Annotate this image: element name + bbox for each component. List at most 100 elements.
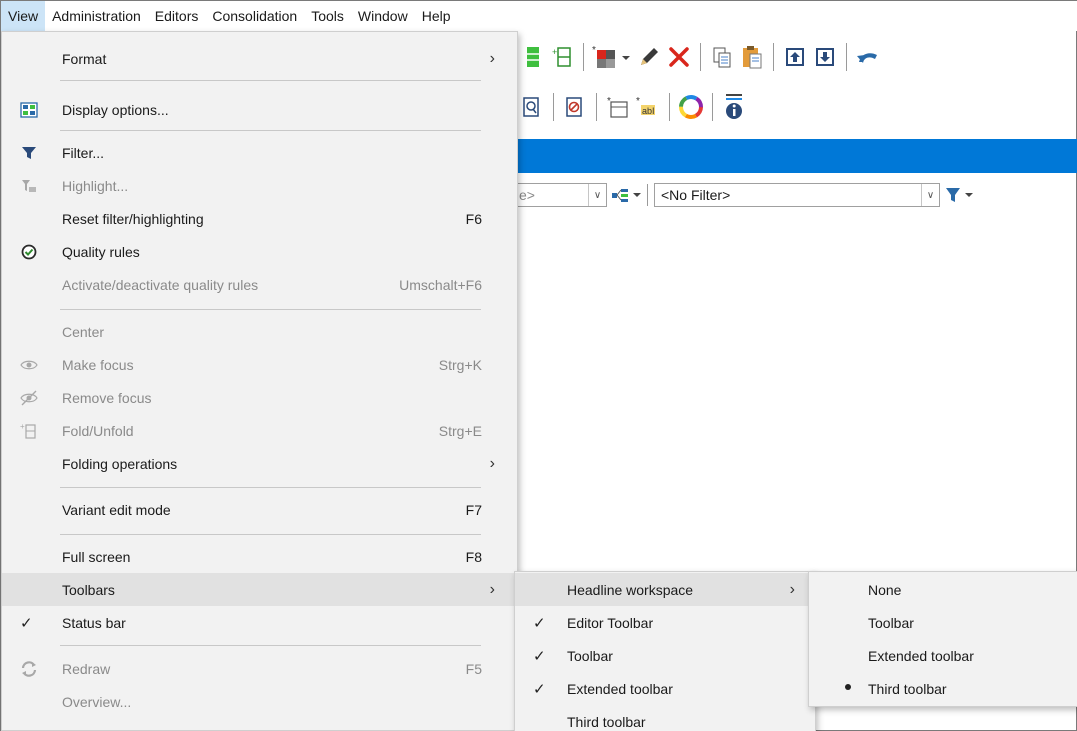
menu-item-label: Format xyxy=(62,50,107,67)
radio-item-third-toolbar[interactable]: Third toolbar xyxy=(809,672,1077,705)
copy-icon[interactable] xyxy=(707,42,737,72)
insert-row-icon[interactable]: + xyxy=(547,42,577,72)
main-toolbar: + * xyxy=(517,37,883,77)
menu-item-label: Fold/Unfold xyxy=(62,422,134,439)
eye-icon xyxy=(20,356,38,374)
menu-item-display-options[interactable]: Display options... xyxy=(2,93,517,126)
menu-item-label: Toolbar xyxy=(567,647,613,664)
menu-separator xyxy=(60,130,481,131)
menu-item-shortcut: F5 xyxy=(465,660,482,677)
menu-item-label: Extended toolbar xyxy=(567,680,673,697)
menu-tools[interactable]: Tools xyxy=(304,1,351,31)
submenu-item-toolbar[interactable]: ✓ Toolbar xyxy=(515,639,815,672)
menu-item-full-screen[interactable]: Full screen F8 xyxy=(2,540,517,573)
menu-item-status-bar[interactable]: ✓ Status bar xyxy=(2,606,517,639)
menu-separator xyxy=(60,534,481,535)
color-wheel-icon[interactable] xyxy=(676,92,706,122)
move-up-icon[interactable] xyxy=(780,42,810,72)
svg-text:*: * xyxy=(636,96,640,107)
filter-combo[interactable]: <No Filter> ∨ xyxy=(654,183,940,207)
tree-green-icon[interactable] xyxy=(517,42,547,72)
view-combo-value: e> xyxy=(519,187,535,203)
menu-item-label: Toolbars xyxy=(62,581,115,598)
menu-item-label: Editor Toolbar xyxy=(567,614,654,631)
toolbar-separator xyxy=(583,43,584,71)
menu-item-filter[interactable]: Filter... xyxy=(2,136,517,169)
menu-item-label: Toolbar xyxy=(868,614,914,631)
menu-item-label: Overview... xyxy=(62,693,132,710)
delete-icon[interactable] xyxy=(664,42,694,72)
new-table-icon[interactable]: * xyxy=(603,92,633,122)
fold-icon: + xyxy=(20,422,38,440)
new-element-dropdown-icon[interactable]: * xyxy=(590,42,634,72)
toolbar-separator xyxy=(700,43,701,71)
menu-item-quality-rules[interactable]: Quality rules xyxy=(2,235,517,268)
svg-text:+: + xyxy=(20,422,25,431)
submenu-item-headline-workspace[interactable]: Headline workspace › xyxy=(515,573,815,606)
hierarchy-dropdown-icon[interactable] xyxy=(607,180,647,210)
menu-view[interactable]: View xyxy=(1,1,46,31)
menu-item-redraw: Redraw F5 xyxy=(2,652,517,685)
forbidden-icon[interactable] xyxy=(560,92,590,122)
menu-bar: View Administration Editors Consolidatio… xyxy=(1,1,1077,31)
menu-item-label: Make focus xyxy=(62,356,134,373)
menu-item-center: Center xyxy=(2,315,517,348)
menu-item-label: Filter... xyxy=(62,144,105,161)
headline-workspace-submenu: None Toolbar Extended toolbar Third tool… xyxy=(808,571,1077,707)
menu-item-label: Variant edit mode xyxy=(62,501,171,518)
menu-item-label: Status bar xyxy=(62,614,126,631)
menu-item-label: Third toolbar xyxy=(567,713,646,730)
menu-item-label: Folding operations xyxy=(62,455,178,472)
checkmark-icon: ✓ xyxy=(533,680,546,698)
menu-window[interactable]: Window xyxy=(351,1,415,31)
menu-item-shortcut: F8 xyxy=(465,548,482,565)
menu-item-toolbars[interactable]: Toolbars › xyxy=(2,573,517,606)
menu-item-label: Activate/deactivate quality rules xyxy=(62,276,259,293)
menu-editors[interactable]: Editors xyxy=(148,1,206,31)
menu-item-shortcut: Strg+K xyxy=(438,356,482,373)
menu-item-label: Quality rules xyxy=(62,243,140,260)
menu-item-variant-edit-mode[interactable]: Variant edit mode F7 xyxy=(2,493,517,526)
toolbar-separator xyxy=(773,43,774,71)
menu-item-label: Extended toolbar xyxy=(868,647,974,664)
redraw-icon xyxy=(20,660,38,678)
undo-icon[interactable] xyxy=(853,42,883,72)
filter-bar: e> ∨ <No Filter> ∨ xyxy=(517,181,980,209)
menu-item-reset-filter[interactable]: Reset filter/highlighting F6 xyxy=(2,202,517,235)
move-down-icon[interactable] xyxy=(810,42,840,72)
menu-item-fold-unfold: + Fold/Unfold Strg+E xyxy=(2,414,517,447)
menu-separator xyxy=(60,309,481,310)
chevron-down-icon[interactable]: ∨ xyxy=(588,184,606,206)
view-combo[interactable]: e> ∨ xyxy=(517,183,607,207)
quality-rules-icon xyxy=(20,243,38,261)
menu-administration[interactable]: Administration xyxy=(45,1,148,31)
checkmark-icon: ✓ xyxy=(20,614,33,632)
menu-item-label: Highlight... xyxy=(62,177,129,194)
toolbars-submenu: Headline workspace › ✓ Editor Toolbar ✓ … xyxy=(514,571,816,731)
menu-separator xyxy=(60,80,481,81)
menu-consolidation[interactable]: Consolidation xyxy=(205,1,304,31)
menu-item-folding-operations[interactable]: Folding operations › xyxy=(2,447,517,480)
menu-item-shortcut: Umschalt+F6 xyxy=(399,276,482,293)
menu-item-highlight: Highlight... xyxy=(2,169,517,202)
paste-icon[interactable] xyxy=(737,42,767,72)
submenu-item-extended-toolbar[interactable]: ✓ Extended toolbar xyxy=(515,672,815,705)
radio-item-extended-toolbar[interactable]: Extended toolbar xyxy=(809,639,1077,672)
info-icon[interactable] xyxy=(719,92,749,122)
menu-help[interactable]: Help xyxy=(415,1,458,31)
edit-pencil-icon[interactable] xyxy=(634,42,664,72)
radio-item-none[interactable]: None xyxy=(809,573,1077,606)
menu-item-shortcut: F6 xyxy=(465,210,482,227)
menu-item-format[interactable]: Format › xyxy=(2,42,517,75)
radio-item-toolbar[interactable]: Toolbar xyxy=(809,606,1077,639)
eye-slash-icon xyxy=(20,389,38,407)
submenu-item-editor-toolbar[interactable]: ✓ Editor Toolbar xyxy=(515,606,815,639)
filter-dropdown-icon[interactable] xyxy=(940,180,980,210)
quality-search-icon[interactable] xyxy=(517,92,547,122)
svg-text:abI: abI xyxy=(642,106,655,116)
toolbar-separator xyxy=(669,93,670,121)
checkmark-icon: ✓ xyxy=(533,647,546,665)
chevron-down-icon[interactable]: ∨ xyxy=(921,184,939,206)
submenu-item-third-toolbar[interactable]: Third toolbar xyxy=(515,705,815,731)
new-text-icon[interactable]: * abI xyxy=(633,92,663,122)
